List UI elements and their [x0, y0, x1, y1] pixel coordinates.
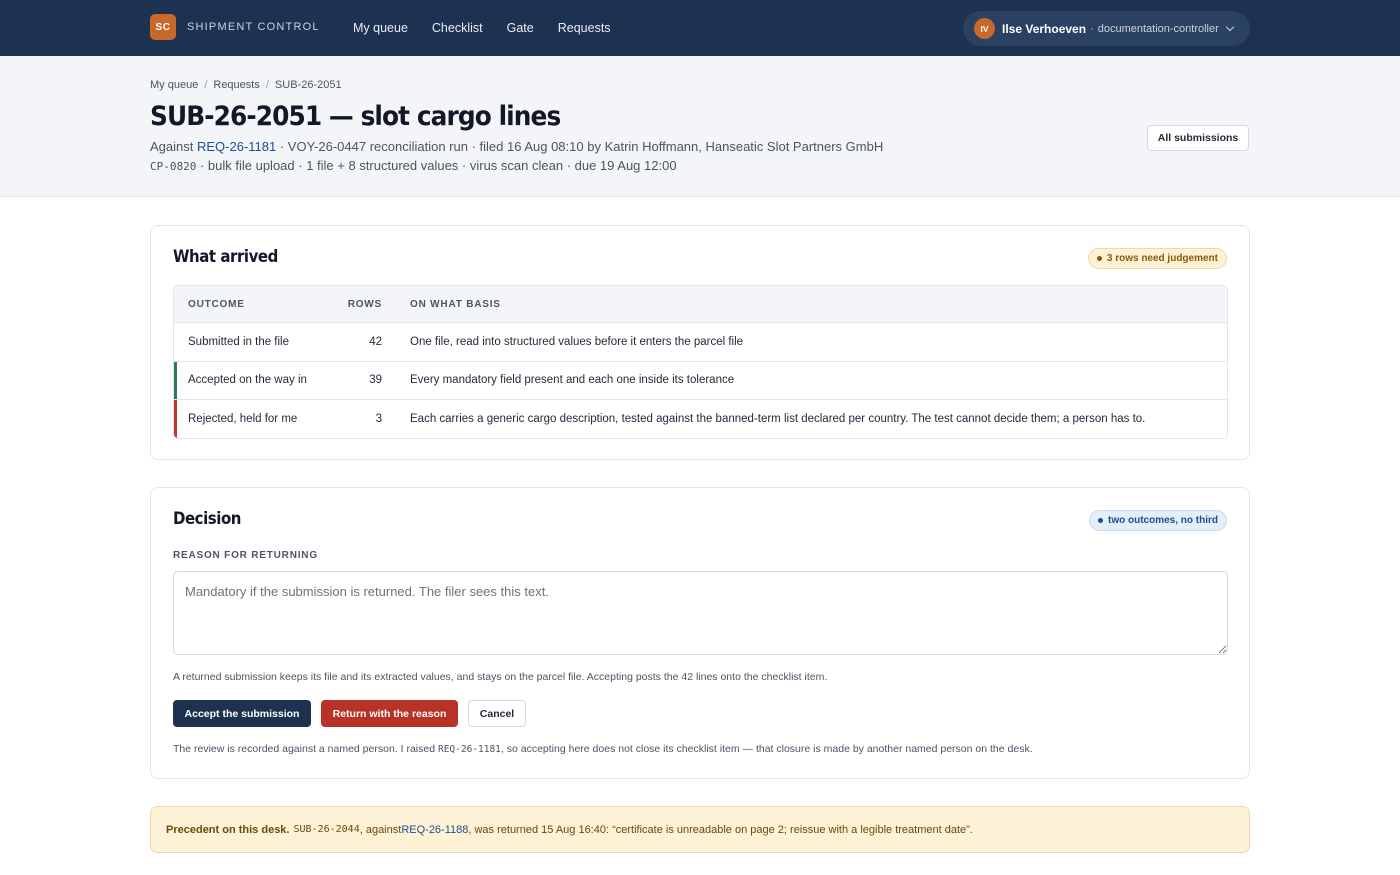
row-count: 39 — [369, 374, 382, 387]
user-name: Ilse Verhoeven — [1002, 21, 1087, 36]
breadcrumb-requests[interactable]: Requests — [213, 79, 259, 91]
footer-prefix: The review is recorded against a named p… — [173, 743, 438, 755]
judgement-badge-label: 3 rows need judgement — [1106, 253, 1218, 264]
breadcrumb-my-queue[interactable]: My queue — [150, 79, 198, 91]
nav-checklist[interactable]: Checklist — [432, 21, 483, 35]
outcomes-table: OUTCOME ROWS ON WHAT BASIS Submitted in … — [173, 285, 1228, 439]
breadcrumb: My queue / Requests / SUB-26-2051 — [150, 79, 342, 91]
decision-actions: Accept the submission Return with the re… — [173, 700, 526, 727]
rejected-indicator — [174, 400, 177, 438]
what-arrived-title: What arrived — [173, 247, 278, 267]
all-submissions-button[interactable]: All submissions — [1147, 125, 1249, 151]
brand[interactable]: SC SHIPMENT CONTROL — [150, 14, 320, 40]
brand-logo: SC — [150, 14, 176, 40]
nav-requests[interactable]: Requests — [558, 21, 611, 35]
reason-textarea[interactable] — [173, 571, 1228, 655]
breadcrumb-separator: / — [265, 79, 269, 91]
status-dot-icon — [1098, 518, 1103, 523]
decision-note: A returned submission keeps its file and… — [173, 671, 828, 683]
page-title: SUB-26-2051 — slot cargo lines — [150, 101, 561, 132]
breadcrumb-separator: / — [204, 79, 208, 91]
outcomes-badge: two outcomes, no third — [1089, 510, 1227, 531]
status-dot-icon — [1096, 256, 1102, 261]
user-menu[interactable]: IV Ilse Verhoeven · documentation-contro… — [963, 11, 1250, 46]
judgement-badge: 3 rows need judgement — [1087, 248, 1227, 269]
request-link[interactable]: REQ-26-1181 — [197, 139, 276, 154]
checkpoint-code: CP-0820 — [150, 160, 197, 173]
user-separator: · — [1090, 22, 1094, 35]
row-basis: One file, read into structured values be… — [410, 335, 744, 348]
breadcrumb-current: SUB-26-2051 — [274, 79, 342, 91]
avatar: IV — [974, 18, 995, 39]
nav-gate[interactable]: Gate — [507, 21, 534, 35]
submission-meta-line-1: Against REQ-26-1181 · VOY-26-0447 reconc… — [150, 139, 883, 154]
precedent-banner: Precedent on this desk. SUB-26-2044, aga… — [150, 806, 1250, 853]
footer-request-code: REQ-26-1181 — [437, 744, 501, 755]
page-header: My queue / Requests / SUB-26-2051 SUB-26… — [0, 56, 1400, 197]
precedent-mid: , against — [359, 823, 402, 836]
column-header-basis: ON WHAT BASIS — [410, 298, 501, 310]
nav-my-queue[interactable]: My queue — [353, 21, 408, 35]
cancel-button[interactable]: Cancel — [468, 700, 526, 727]
decision-card: Decision two outcomes, no third REASON F… — [150, 487, 1250, 779]
column-header-outcome: OUTCOME — [188, 298, 245, 310]
return-button[interactable]: Return with the reason — [321, 700, 458, 727]
row-outcome: Submitted in the file — [188, 335, 290, 348]
decision-title: Decision — [173, 509, 242, 529]
table-row: Submitted in the file 42 One file, read … — [174, 322, 1227, 361]
review-footer-note: The review is recorded against a named p… — [173, 743, 1033, 755]
submission-meta-line-2: CP-0820 · bulk file upload · 1 file + 8 … — [150, 158, 677, 173]
meta-rest: · VOY-26-0447 reconciliation run · filed… — [276, 139, 884, 154]
chevron-down-icon — [1225, 22, 1235, 31]
row-basis: Every mandatory field present and each o… — [410, 374, 735, 387]
row-outcome: Rejected, held for me — [188, 412, 298, 425]
precedent-rest: , was returned 15 Aug 16:40: “certificat… — [468, 823, 973, 836]
user-role: documentation-controller — [1097, 22, 1219, 35]
reason-label: REASON FOR RETURNING — [173, 550, 318, 561]
table-row: Accepted on the way in 39 Every mandator… — [174, 360, 1227, 399]
precedent-label: Precedent on this desk. — [166, 823, 290, 836]
top-navbar: SC SHIPMENT CONTROL My queue Checklist G… — [0, 0, 1400, 56]
footer-rest: , so accepting here does not close its c… — [500, 743, 1033, 755]
column-header-rows: ROWS — [347, 298, 382, 310]
brand-name: SHIPMENT CONTROL — [187, 21, 320, 33]
table-row: Rejected, held for me 3 Each carries a g… — [174, 399, 1227, 438]
row-count: 42 — [369, 335, 382, 348]
table-header: OUTCOME ROWS ON WHAT BASIS — [174, 286, 1227, 322]
row-count: 3 — [375, 412, 382, 425]
precedent-submission-code: SUB-26-2044 — [293, 824, 360, 835]
what-arrived-card: What arrived 3 rows need judgement OUTCO… — [150, 225, 1250, 460]
accepted-indicator — [174, 361, 177, 399]
meta-prefix: Against — [150, 139, 197, 154]
outcomes-badge-label: two outcomes, no third — [1108, 515, 1218, 526]
accept-button[interactable]: Accept the submission — [173, 700, 311, 727]
row-outcome: Accepted on the way in — [188, 374, 307, 387]
precedent-request-link[interactable]: REQ-26-1188 — [401, 824, 468, 836]
row-basis: Each carries a generic cargo description… — [410, 412, 1146, 425]
meta-rest: · bulk file upload · 1 file + 8 structur… — [196, 158, 677, 173]
main-nav: My queue Checklist Gate Requests — [353, 0, 611, 56]
